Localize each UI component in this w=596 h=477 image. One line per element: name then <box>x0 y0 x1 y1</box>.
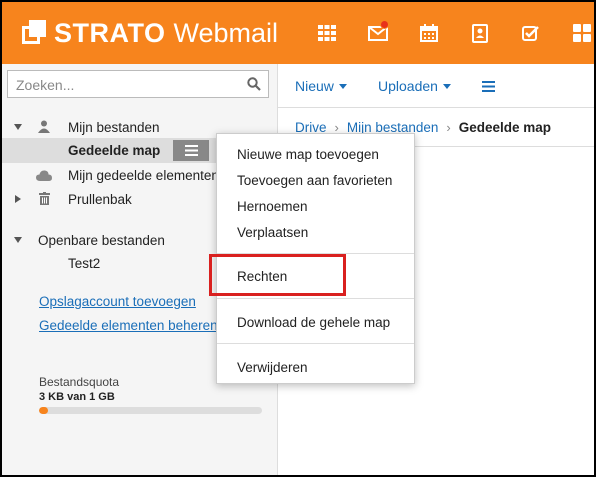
highlight-box <box>209 254 346 296</box>
menu-divider <box>217 298 414 299</box>
brand-name: STRATO <box>54 17 166 48</box>
chevron-down-icon <box>442 83 451 89</box>
upload-button-label: Uploaden <box>378 78 438 94</box>
calendar-icon[interactable] <box>416 20 442 46</box>
tree-item-label: Test2 <box>68 255 101 271</box>
tree-item-label: Openbare bestanden <box>38 232 165 248</box>
menu-item-add-favorite[interactable]: Toevoegen aan favorieten <box>237 173 392 188</box>
quota-progress-bar <box>39 407 262 414</box>
upload-button[interactable]: Uploaden <box>378 78 451 94</box>
folder-actions-button[interactable] <box>173 140 209 161</box>
toolbar: Nieuw Uploaden <box>278 64 594 108</box>
brand-product: Webmail <box>173 17 279 48</box>
app-window: STRATO Webmail Zoeken... Mijn bestanden … <box>0 0 596 477</box>
strato-logo[interactable]: STRATO Webmail <box>20 16 278 50</box>
user-icon <box>38 120 50 136</box>
quota-value: 3 KB van 1 GB <box>39 391 115 403</box>
notification-dot <box>380 20 389 29</box>
tree-item-label: Gedeelde map <box>68 143 161 158</box>
tree-item-label: Mijn bestanden <box>68 119 160 135</box>
mail-icon[interactable] <box>365 20 391 46</box>
tree-item-label: Mijn gedeelde elementen <box>68 167 219 183</box>
tasks-icon[interactable] <box>518 20 544 46</box>
menu-item-add-folder[interactable]: Nieuwe map toevoegen <box>237 147 379 162</box>
quota-progress-fill <box>39 407 48 414</box>
new-button[interactable]: Nieuw <box>295 78 347 94</box>
list-menu-icon <box>482 81 495 92</box>
menu-divider <box>217 343 414 344</box>
expand-caret-icon[interactable] <box>14 124 22 130</box>
chevron-down-icon <box>338 83 347 89</box>
manage-shared-link[interactable]: Gedeelde elementen beheren <box>39 318 218 333</box>
cloud-icon <box>36 169 52 184</box>
grid-icon[interactable] <box>314 20 340 46</box>
menu-item-move[interactable]: Verplaatsen <box>237 225 308 240</box>
search-icon[interactable] <box>247 77 261 96</box>
search-box <box>7 70 269 98</box>
top-bar: STRATO Webmail <box>2 2 594 64</box>
trash-icon <box>39 192 50 208</box>
expand-caret-icon[interactable] <box>14 237 22 243</box>
add-storage-link[interactable]: Opslagaccount toevoegen <box>39 294 196 309</box>
menu-item-rename[interactable]: Hernoemen <box>237 199 308 214</box>
tree-item-label: Prullenbak <box>68 191 132 207</box>
contacts-icon[interactable] <box>467 20 493 46</box>
view-options-button[interactable] <box>482 81 495 92</box>
apps-icon[interactable] <box>569 20 594 46</box>
menu-item-delete[interactable]: Verwijderen <box>237 360 308 375</box>
menu-item-download[interactable]: Download de gehele map <box>237 315 390 330</box>
search-input[interactable] <box>14 76 238 94</box>
quota-label: Bestandsquota <box>39 375 120 389</box>
app-switcher <box>314 20 594 46</box>
new-button-label: Nieuw <box>295 78 334 94</box>
hamburger-icon <box>184 145 198 156</box>
strato-logo-icon <box>20 20 46 46</box>
chevron-right-icon: › <box>446 119 451 135</box>
breadcrumb-current: Gedeelde map <box>458 119 552 135</box>
expand-caret-icon[interactable] <box>15 195 21 203</box>
